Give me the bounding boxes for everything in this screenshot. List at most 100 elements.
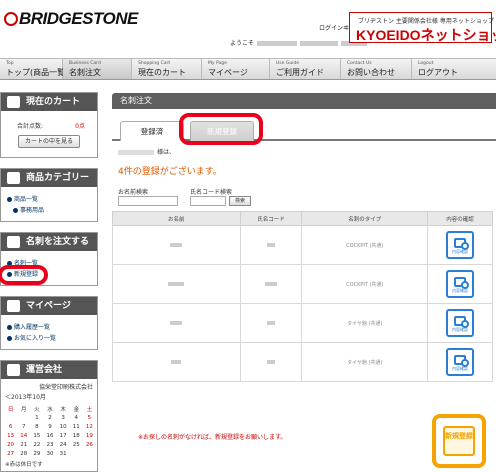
nav-jp: 現在のカート: [138, 68, 186, 77]
calendar-day: 23: [46, 441, 54, 448]
nav-en: Use Guide: [276, 61, 300, 66]
bullet-icon: [7, 197, 12, 202]
nav-en: My Page: [208, 61, 227, 66]
weekday: 日: [7, 406, 14, 413]
type-cell: タイヤ館 (共通): [301, 303, 429, 343]
blurred-company: [257, 41, 298, 46]
nav-business-card[interactable]: Business Card 名刺注文: [63, 59, 132, 79]
card-type: COCKPIT (共通): [346, 242, 384, 249]
nav-use-guide[interactable]: Use Guide ご利用ガイド: [270, 59, 341, 79]
calendar-day: 26: [85, 441, 93, 448]
calendar-day: 1: [35, 414, 39, 421]
calendar-day: 5: [87, 414, 92, 421]
highlight-oval: [0, 265, 48, 285]
calendar-day: 19: [85, 432, 93, 439]
table-row: COCKPIT (共通) 内容確認: [112, 264, 493, 304]
search-button[interactable]: 検索: [229, 196, 251, 206]
nav-my-page[interactable]: My Page マイページ: [202, 59, 270, 79]
nav-shopping-cart[interactable]: Shopping Cart 現在のカート: [132, 59, 202, 79]
nav-jp: ご利用ガイド: [276, 68, 324, 77]
calendar: 日 月 火 水 木 金 土 12345 6 7 8 9 10 11 12 13 14 15 16 1…: [4, 404, 96, 458]
shop-title: KYOEIDOネットショップ: [356, 27, 496, 43]
blurred-name: [170, 320, 183, 325]
name-search-input[interactable]: [118, 196, 178, 206]
type-cell: COCKPIT (共通): [301, 264, 429, 304]
shop-banner[interactable]: ブリヂストン 主要関係会社様 専用ネットショップ KYOEIDOネットショップ: [349, 12, 496, 43]
bridgestone-logo[interactable]: BRIDGESTONE: [4, 9, 138, 29]
calendar-day: 17: [59, 432, 67, 439]
calendar-week: 1 2 3 4 5: [4, 413, 96, 422]
nav-jp: お問い合わせ: [347, 68, 395, 77]
bullet-icon: [7, 336, 12, 341]
sidebar-item-favorites[interactable]: お気に入り一覧: [7, 333, 91, 342]
confirm-label: 内容確認: [452, 249, 469, 254]
calendar-day: 27: [7, 450, 15, 457]
bullet-icon: [13, 208, 18, 213]
confirm-cell: 内容確認: [427, 342, 493, 382]
new-registration-notice: ※お探しの名刺がなければ、新規登録をお願いします。: [138, 434, 287, 441]
sidebar-item-label: 事務用品: [20, 207, 45, 214]
calendar-week: 6 7 8 9 10 11 12: [4, 422, 96, 431]
blurred-code: [267, 320, 276, 325]
search-area: お名前検索 氏名コード検索 検索: [112, 187, 496, 211]
mypage-box: マイページ 購入履歴一覧 お気に入り一覧: [0, 296, 98, 350]
blurred-code: [267, 242, 276, 247]
column-header: お名前: [112, 211, 241, 226]
nav-en: Shopping Cart: [138, 61, 171, 66]
calendar-day: 24: [59, 441, 67, 448]
confirm-button[interactable]: 内容確認: [446, 309, 475, 337]
sidebar-item-products[interactable]: 商品一覧: [7, 194, 91, 203]
login-link[interactable]: ログインヰ: [319, 23, 349, 32]
calendar-day: 16: [46, 432, 54, 439]
sidebar-item-purchase-history[interactable]: 購入履歴一覧: [7, 322, 91, 331]
code-search-input[interactable]: [190, 196, 226, 206]
new-registration-button[interactable]: 新規登録: [443, 426, 475, 456]
logo-mark-icon: [4, 12, 18, 26]
confirm-label: 内容確認: [452, 288, 469, 293]
nav-jp: ログアウト: [418, 68, 458, 77]
header: BRIDGESTONE ログインヰ ようこそ ブリヂストン 主要関係会社様 専用…: [0, 0, 496, 56]
calendar-day: 6: [8, 423, 13, 430]
table-row: COCKPIT (共通) 内容確認: [112, 225, 493, 265]
table-row: タイヤ館 (共通) 内容確認: [112, 303, 493, 343]
nav-jp: トップ(商品一覧): [6, 68, 69, 77]
nav-logout[interactable]: Logout ログアウト: [412, 59, 496, 79]
highlight-oval: [179, 113, 263, 145]
calendar-day: 10: [59, 423, 67, 430]
cart-icon: [7, 96, 20, 108]
blurred-name: [170, 242, 183, 247]
nav-top[interactable]: Top トップ(商品一覧): [0, 59, 69, 79]
cart-heading: 現在のカート: [1, 93, 97, 111]
registration-count: 4件の登録がございます。: [118, 167, 222, 177]
calendar-day: 15: [33, 432, 41, 439]
sidebar-item-office-supplies[interactable]: 事務用品: [13, 205, 91, 214]
name-search-label: お名前検索: [118, 189, 149, 196]
calendar-day: 3: [61, 414, 65, 421]
blurred-code: [267, 359, 276, 364]
sidebar-item-label: 購入履歴一覧: [14, 324, 51, 331]
card-type: タイヤ館 (共通): [347, 320, 383, 327]
confirm-button[interactable]: 内容確認: [446, 231, 475, 259]
tab-registered[interactable]: 登録済: [120, 121, 184, 141]
nav-en: Logout: [418, 61, 434, 66]
calendar-month[interactable]: ＜2013年10月: [1, 391, 97, 402]
blurred-code: [265, 281, 278, 286]
calendar-day: 11: [72, 423, 80, 430]
calendar-day: 7: [21, 423, 26, 430]
calendar-day: [4, 413, 17, 422]
calendar-day: [83, 449, 96, 458]
confirm-button[interactable]: 内容確認: [446, 348, 475, 376]
sidebar-item-label: お気に入り一覧: [14, 335, 57, 342]
weekday: 月: [20, 406, 27, 413]
confirm-cell: 内容確認: [427, 264, 493, 304]
sidebar-item-label: 商品一覧: [14, 196, 39, 203]
calendar-day: 22: [33, 441, 41, 448]
calendar-day: 12: [85, 423, 93, 430]
calendar-day: 4: [74, 414, 79, 421]
confirm-button[interactable]: 内容確認: [446, 270, 475, 298]
blurred-dept: [300, 41, 339, 46]
view-cart-button[interactable]: カートの中を見る: [18, 135, 80, 148]
nav-contact[interactable]: Contact Us お問い合わせ: [341, 59, 412, 79]
category-body: 商品一覧 事務用品: [1, 187, 97, 221]
calendar-day: 28: [20, 450, 28, 457]
